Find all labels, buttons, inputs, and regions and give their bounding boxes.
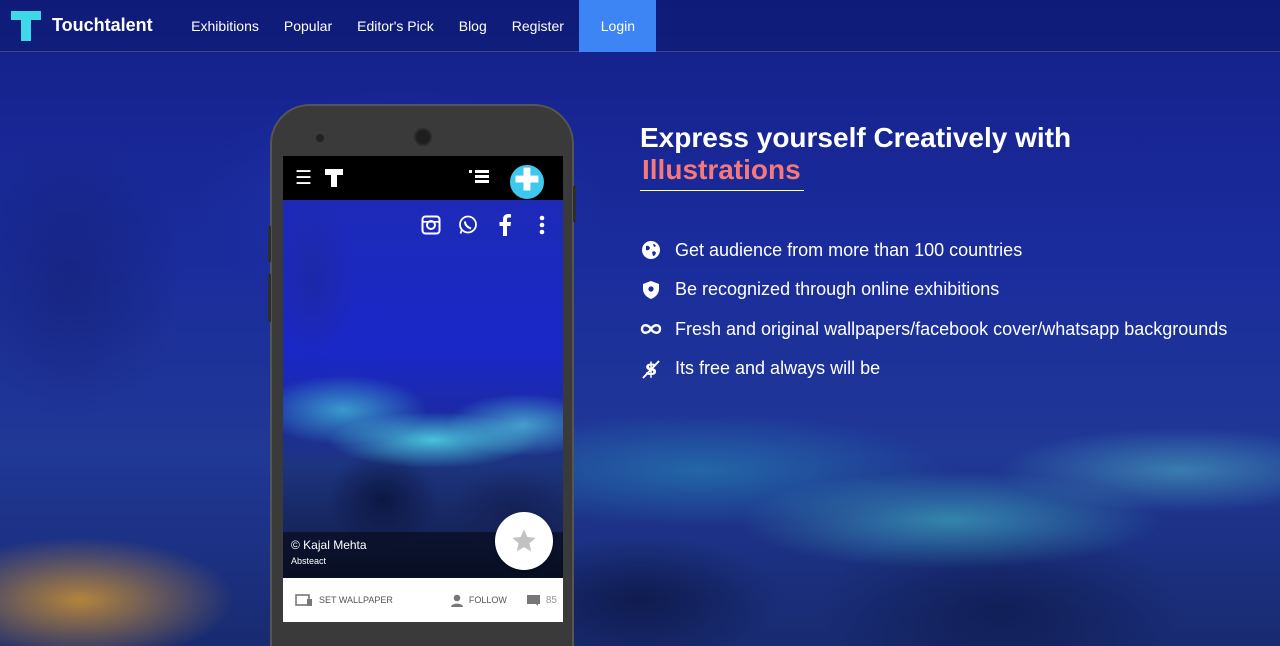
phone-side-button xyxy=(573,186,576,222)
phone-side-button xyxy=(268,274,271,322)
add-button[interactable]: ✚ xyxy=(506,161,548,203)
shield-icon xyxy=(640,279,662,301)
comment-count: 85 xyxy=(545,594,557,606)
top-navbar: Touchtalent Exhibitions Popular Editor's… xyxy=(0,0,1280,52)
set-wallpaper-button[interactable]: SET WALLPAPER xyxy=(295,593,393,607)
feature-text: Its free and always will be xyxy=(675,358,881,378)
brand[interactable]: Touchtalent xyxy=(11,0,153,52)
phone-speaker xyxy=(316,134,324,142)
feature-item: Be recognized through online exhibitions xyxy=(640,278,1227,302)
login-button[interactable]: Login xyxy=(579,0,657,52)
hero-title: Express yourself Creatively with xyxy=(640,122,1072,153)
wallpaper-icon xyxy=(295,594,312,606)
feature-text: Get audience from more than 100 countrie… xyxy=(675,239,1023,260)
infinity-icon xyxy=(640,318,662,340)
follow-button[interactable]: FOLLOW xyxy=(450,594,507,607)
comments-button[interactable]: 85 xyxy=(526,594,557,606)
feature-text: Fresh and original wallpapers/facebook c… xyxy=(675,318,1228,339)
follow-label: FOLLOW xyxy=(468,595,507,605)
brand-name[interactable]: Touchtalent xyxy=(52,15,153,36)
no-dollar-icon: $ xyxy=(640,358,662,380)
instagram-icon[interactable] xyxy=(420,214,442,236)
star-icon xyxy=(512,529,536,552)
nav-link-popular[interactable]: Popular xyxy=(271,0,344,52)
artwork-image[interactable]: © Kajal Mehta Absteact xyxy=(283,200,563,578)
nav-link-editors-pick[interactable]: Editor's Pick xyxy=(345,0,447,52)
phone-camera xyxy=(414,128,432,146)
hero-underline xyxy=(640,190,804,191)
feature-item: Get audience from more than 100 countrie… xyxy=(640,238,1227,262)
globe-icon xyxy=(640,239,662,261)
plus-icon: ✚ xyxy=(514,164,540,197)
share-icons xyxy=(420,214,553,236)
nav-links: Exhibitions Popular Editor's Pick Blog R… xyxy=(179,0,657,52)
favorite-button[interactable] xyxy=(495,512,553,570)
comment-icon xyxy=(526,594,540,606)
feature-item: $ Its free and always will be xyxy=(640,357,1227,381)
hero-highlight: Illustrations xyxy=(642,154,801,185)
feature-list: Get audience from more than 100 countrie… xyxy=(640,238,1227,396)
phone-screen: ☰ ✚ © Kajal Mehta Absteact SET WALLPAPER… xyxy=(283,156,563,622)
whatsapp-icon[interactable] xyxy=(457,214,479,236)
phone-mockup: ☰ ✚ © Kajal Mehta Absteact SET WALLPAPER… xyxy=(268,104,576,646)
nav-link-blog[interactable]: Blog xyxy=(446,0,499,52)
artist-name[interactable]: © Kajal Mehta xyxy=(291,538,367,552)
user-icon xyxy=(450,594,463,607)
more-vertical-icon[interactable] xyxy=(531,214,553,236)
app-bar: ☰ ✚ xyxy=(283,156,563,203)
artwork-category: Absteact xyxy=(291,556,327,566)
feature-text: Be recognized through online exhibitions xyxy=(675,279,1000,299)
touchtalent-logo-icon[interactable] xyxy=(11,10,41,41)
facebook-icon[interactable] xyxy=(494,214,516,236)
phone-side-button xyxy=(268,226,271,262)
feature-item: Fresh and original wallpapers/facebook c… xyxy=(640,317,1227,341)
app-logo-icon xyxy=(325,169,343,187)
nav-link-exhibitions[interactable]: Exhibitions xyxy=(179,0,272,52)
nav-link-register[interactable]: Register xyxy=(499,0,576,52)
menu-icon[interactable]: ☰ xyxy=(295,167,313,190)
artwork-action-bar: SET WALLPAPER FOLLOW 85 xyxy=(283,578,563,622)
list-icon[interactable] xyxy=(469,170,489,186)
set-wallpaper-label: SET WALLPAPER xyxy=(319,595,393,605)
